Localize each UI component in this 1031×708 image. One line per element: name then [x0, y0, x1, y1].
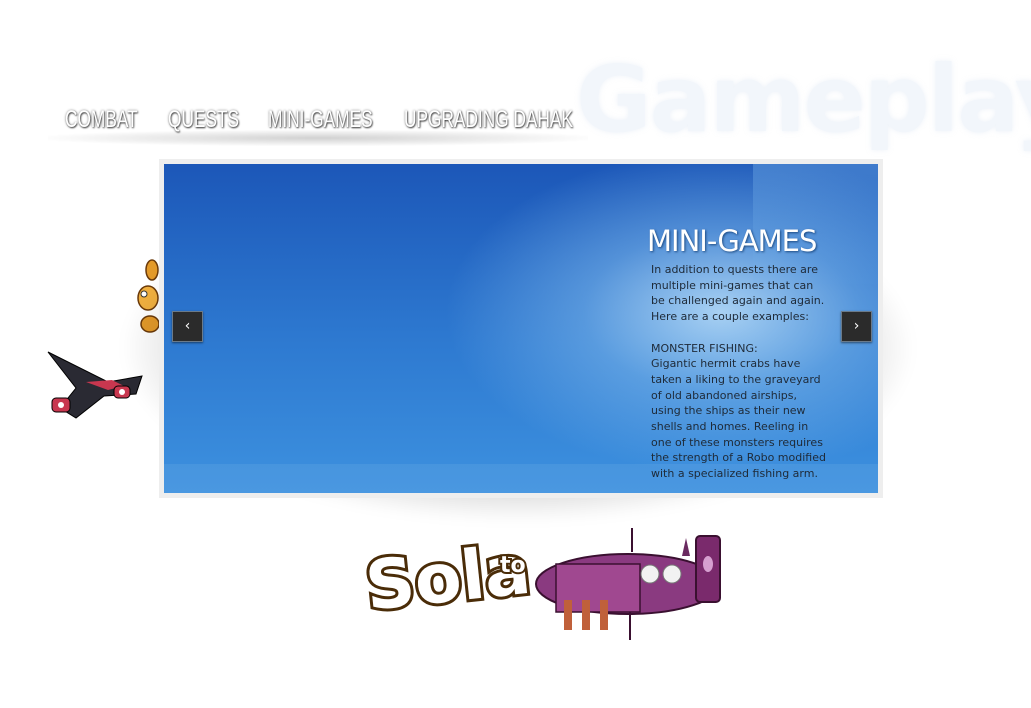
tab-bar: COMBAT QUESTS MINI-GAMES UPGRADING DAHAK: [48, 100, 588, 146]
slide-title: MINI-GAMES: [647, 224, 817, 258]
svg-text:to: to: [500, 553, 526, 578]
chevron-right-icon: ›: [853, 318, 860, 334]
slider-next-button[interactable]: ›: [841, 311, 872, 342]
tab-quests[interactable]: QUESTS: [168, 106, 239, 134]
section-heading: Gameplay: [576, 46, 1031, 153]
page: Gameplay COMBAT QUESTS MINI-GAMES UPGRAD…: [0, 0, 1031, 708]
slide-description: In addition to quests there are multiple…: [651, 263, 826, 481]
slider-frame: MINI-GAMES In addition to quests there a…: [159, 159, 883, 498]
slider-prev-button[interactable]: ‹: [172, 311, 203, 342]
chevron-left-icon: ‹: [184, 318, 191, 334]
tab-upgrading-dahak[interactable]: UPGRADING DAHAK: [404, 106, 573, 134]
tab-combat[interactable]: COMBAT: [65, 106, 138, 134]
tab-mini-games[interactable]: MINI-GAMES: [268, 106, 373, 134]
game-logo: Sola to: [360, 528, 721, 640]
svg-text:Sola: Sola: [362, 531, 534, 627]
slide-mini-games: MINI-GAMES In addition to quests there a…: [164, 164, 878, 493]
